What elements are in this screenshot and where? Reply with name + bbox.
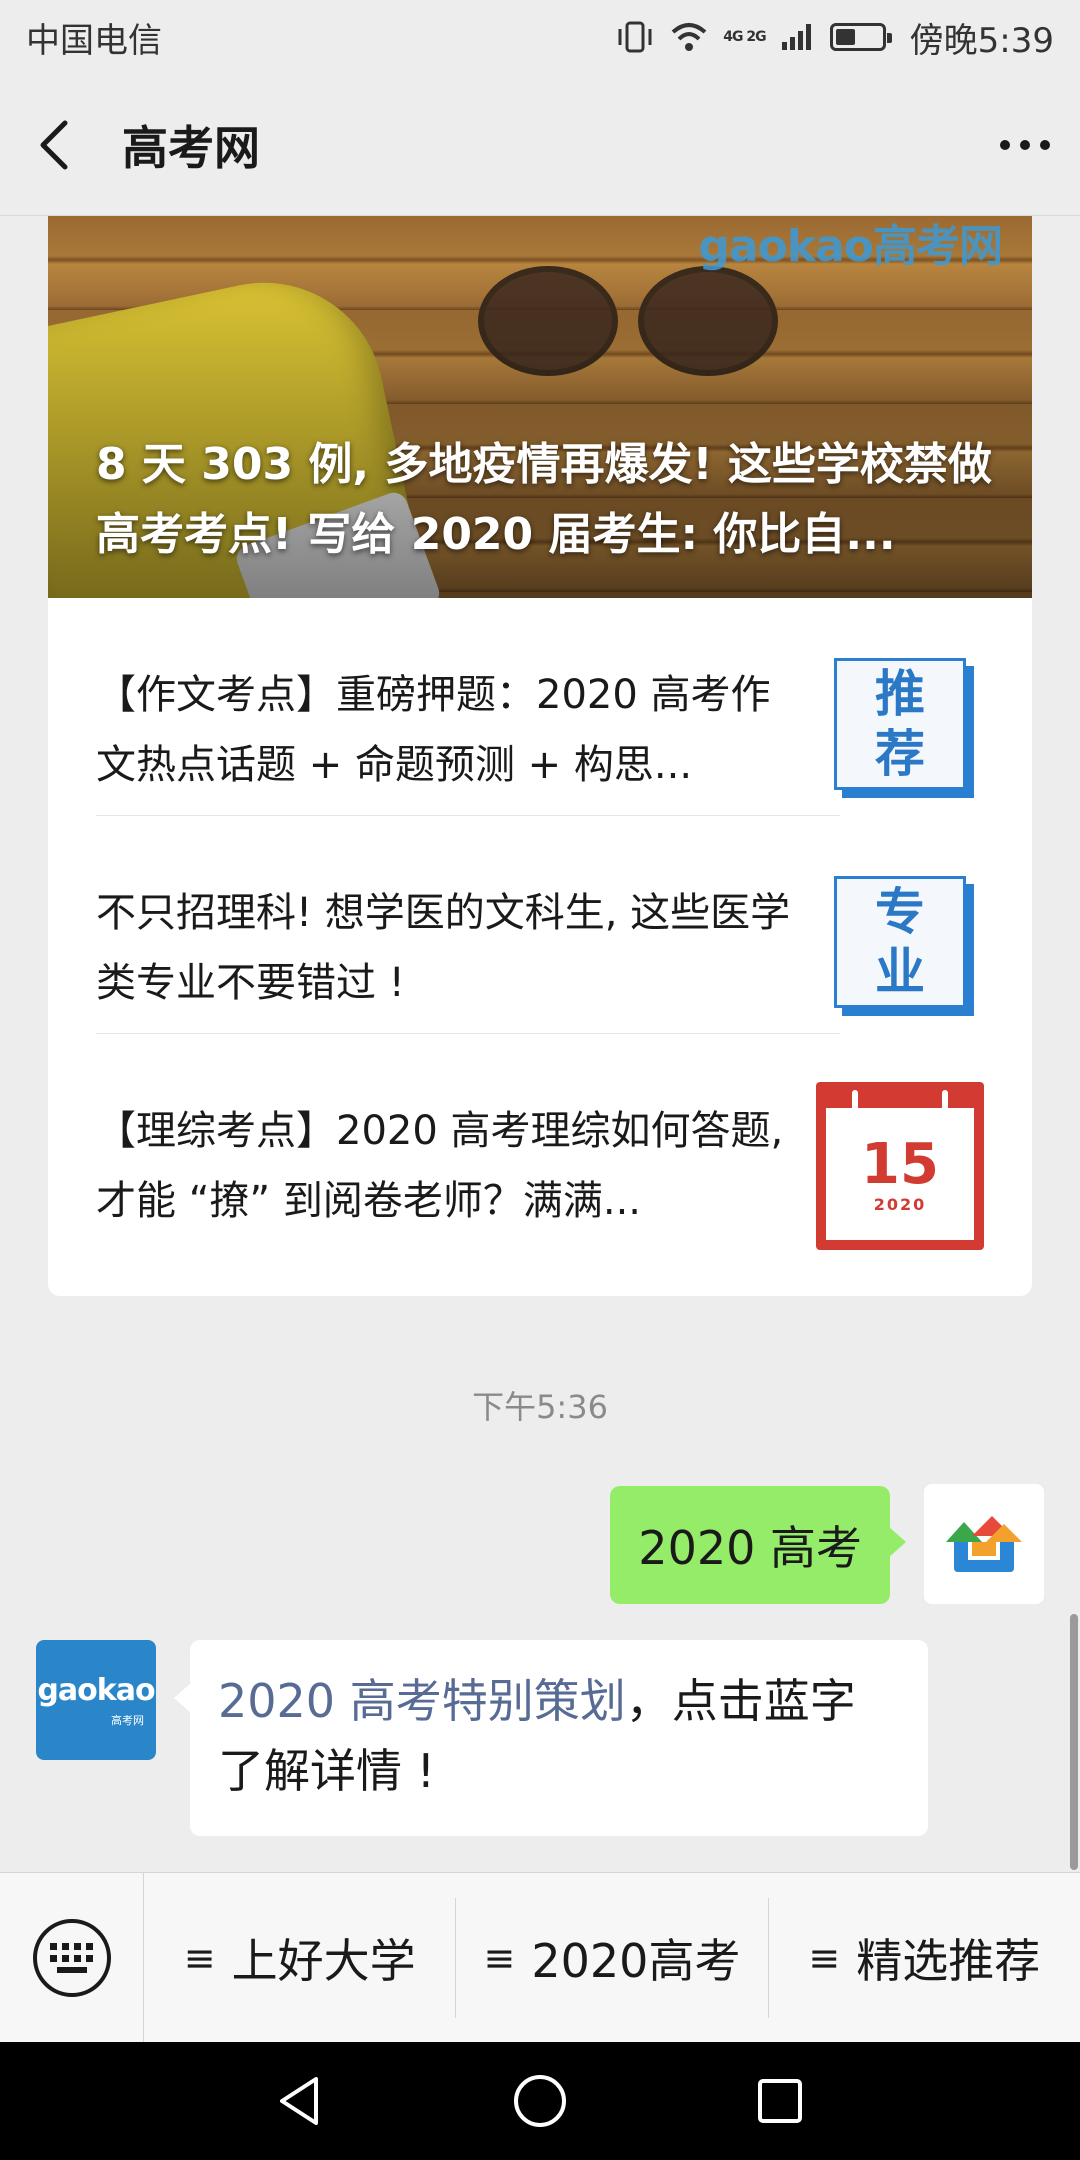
- nav-home-icon[interactable]: [500, 2061, 580, 2141]
- menu-item-label: 2020高考: [531, 1933, 741, 1988]
- article-title: 不只招理科! 想学医的文科生, 这些医学类专业不要错过 !: [96, 890, 791, 1006]
- received-message-bubble: 2020 高考特别策划，点击蓝字了解详情 !: [174, 1640, 928, 1836]
- thumb-text: 荐: [875, 725, 925, 783]
- hero-title: 8 天 303 例, 多地疫情再爆发! 这些学校禁做高考考点! 写给 2020 …: [96, 439, 992, 560]
- menu-item-featured[interactable]: ≡ 精选推荐: [769, 1898, 1080, 2018]
- thumb-text: 推: [875, 665, 925, 723]
- article-title: 【作文考点】重磅押题：2020 高考作文热点话题 + 命题预测 + 构思...: [96, 672, 771, 788]
- sent-message-bubble[interactable]: 2020 高考: [610, 1486, 906, 1604]
- menu-item-label: 上好大学: [231, 1933, 416, 1988]
- article-thumbnail-major: 专业: [834, 876, 974, 1016]
- status-icons: 4G 2G 傍晚5:39: [615, 13, 1054, 62]
- calendar-number: 15: [861, 1131, 939, 1197]
- article-item[interactable]: 【理综考点】2020 高考理综如何答题, 才能 “撩” 到阅卷老师？满满... …: [48, 1034, 1032, 1252]
- article-card: gaokao高考网 8 天 303 例, 多地疫情再爆发! 这些学校禁做高考考点…: [48, 216, 1032, 1296]
- gaokao-logo-sub: 高考网: [111, 1713, 144, 1727]
- gaokao-avatar[interactable]: gaokao 高考网: [36, 1640, 156, 1760]
- article-list: 【作文考点】重磅押题：2020 高考作文热点话题 + 命题预测 + 构思... …: [48, 598, 1032, 1252]
- battery-level-fill: [835, 29, 856, 45]
- article-item[interactable]: 不只招理科! 想学医的文科生, 这些医学类专业不要错过 ! 专业: [48, 816, 1032, 1034]
- page-title: 高考网: [122, 120, 260, 175]
- clock-label: 傍晚5:39: [909, 20, 1054, 61]
- hero-watermark: gaokao高考网: [698, 221, 1003, 272]
- calendar-year: 2020: [873, 1194, 927, 1214]
- user-avatar[interactable]: [924, 1484, 1044, 1604]
- chat-header: 高考网: [0, 74, 1080, 216]
- gaokao-logo-text: gaokao: [37, 1672, 155, 1708]
- wifi-icon: [671, 23, 707, 51]
- special-plan-link[interactable]: 2020 高考特别策划: [218, 1674, 626, 1728]
- menu-item-top-university[interactable]: ≡ 上好大学: [144, 1897, 457, 2018]
- system-navigation-bar: [0, 2042, 1080, 2160]
- official-account-menu: ≡ 上好大学 ≡ 2020高考 ≡ 精选推荐: [0, 1872, 1080, 2043]
- scrollbar[interactable]: [1070, 1614, 1078, 1870]
- menu-item-gaokao-2020[interactable]: ≡ 2020高考: [456, 1897, 769, 2018]
- more-icon[interactable]: [970, 74, 1080, 216]
- calendar-icon: 15 2020: [816, 1082, 984, 1250]
- keyboard-icon: [32, 1918, 111, 1997]
- article-thumbnail-recommend: 推荐: [834, 658, 974, 798]
- thumb-text: 业: [875, 943, 925, 1001]
- battery-icon: [829, 23, 892, 51]
- nav-back-icon[interactable]: [260, 2061, 340, 2141]
- carrier-label: 中国电信: [26, 20, 162, 61]
- back-icon[interactable]: [0, 74, 110, 216]
- message-timestamp: 下午5:36: [472, 1388, 608, 1426]
- article-item[interactable]: 【作文考点】重磅押题：2020 高考作文热点话题 + 命题预测 + 构思... …: [48, 598, 1032, 816]
- sent-message-text: 2020 高考: [638, 1521, 862, 1575]
- keyboard-toggle-button[interactable]: [0, 1872, 144, 2043]
- menu-list-icon: ≡: [808, 1935, 841, 1980]
- article-title: 【理综考点】2020 高考理综如何答题, 才能 “撩” 到阅卷老师？满满...: [96, 1108, 784, 1224]
- network-type-label: 4G 2G: [723, 29, 766, 45]
- status-bar: 中国电信 4G 2G 傍晚5:39: [0, 0, 1080, 74]
- nav-recents-icon[interactable]: [740, 2061, 820, 2141]
- hero-article[interactable]: gaokao高考网 8 天 303 例, 多地疫情再爆发! 这些学校禁做高考考点…: [48, 216, 1032, 598]
- thumb-text: 专: [875, 883, 925, 941]
- menu-list-icon: ≡: [183, 1935, 216, 1980]
- menu-list-icon: ≡: [483, 1935, 516, 1980]
- menu-item-label: 精选推荐: [856, 1933, 1041, 1988]
- house-logo-icon: [946, 1516, 1022, 1572]
- signal-icon: [781, 24, 811, 50]
- vibrate-icon: [618, 21, 652, 53]
